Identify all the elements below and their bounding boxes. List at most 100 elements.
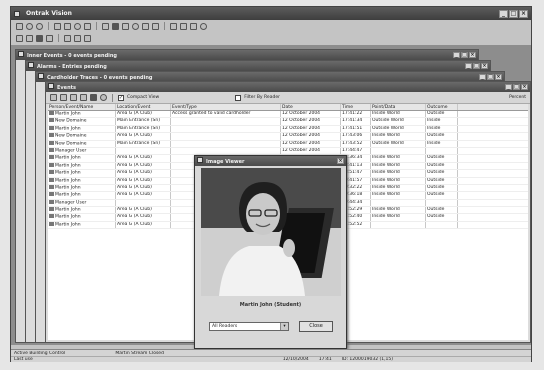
image-viewer-dialog[interactable]: Image Viewer × Martin John (Student) All… xyxy=(194,155,347,349)
table-cell: Inside World xyxy=(371,133,426,140)
maximize-button[interactable]: □ xyxy=(509,9,518,18)
lock-icon[interactable] xyxy=(64,34,71,42)
table-row[interactable]: Martin John Area G (A Club) Access granted… xyxy=(48,111,528,119)
column-header[interactable]: Event/Type xyxy=(171,104,281,110)
print-icon[interactable] xyxy=(80,94,87,101)
search-icon[interactable] xyxy=(180,22,187,30)
door-icon[interactable] xyxy=(112,22,119,30)
list-icon[interactable] xyxy=(46,34,53,42)
history-icon[interactable] xyxy=(100,94,107,101)
table-cell: Martin John xyxy=(48,162,116,170)
close-button[interactable]: × xyxy=(469,52,476,58)
close-button[interactable]: × xyxy=(521,84,528,90)
gear-icon[interactable] xyxy=(36,22,43,30)
close-button[interactable]: × xyxy=(519,9,528,18)
events-titlebar[interactable]: Events _ □ × xyxy=(46,82,530,92)
maximize-button[interactable]: □ xyxy=(461,52,468,58)
filter-icon[interactable] xyxy=(60,94,67,101)
minimize-button[interactable]: _ xyxy=(453,52,460,58)
home-icon[interactable] xyxy=(16,22,23,30)
event-icon xyxy=(49,184,54,189)
column-header[interactable]: Outcome xyxy=(426,104,458,110)
maximize-button[interactable]: □ xyxy=(513,84,520,90)
unlock-icon[interactable] xyxy=(74,34,81,42)
status-center-top: Martin Stream Closed xyxy=(115,350,164,356)
maximize-button[interactable]: □ xyxy=(473,63,480,69)
image-viewer-titlebar[interactable]: Image Viewer × xyxy=(195,156,346,166)
filter-by-reader-checkbox[interactable] xyxy=(235,94,242,101)
table-cell: Area G (A Club) xyxy=(116,111,171,118)
table-cell: Area G (A Club) xyxy=(116,221,171,229)
help-icon[interactable] xyxy=(200,22,207,30)
table-cell-text: Martin John xyxy=(55,178,81,184)
trash-icon[interactable] xyxy=(84,34,91,42)
table-cell-text: New Domaine xyxy=(55,141,87,147)
event-icon xyxy=(49,214,54,219)
table-cell: Outside xyxy=(426,170,458,177)
minimize-button[interactable]: _ xyxy=(505,84,512,90)
alarms-titlebar[interactable]: Alarms - Entries pending _ □ × xyxy=(26,61,490,71)
maximize-button[interactable]: □ xyxy=(487,74,494,80)
print-icon[interactable] xyxy=(190,22,197,30)
table-row[interactable]: New Domaine Main Entrance (Sn) 12 October … xyxy=(48,140,528,148)
table-cell: Outside xyxy=(426,177,458,184)
report-icon[interactable] xyxy=(170,22,177,30)
table-cell: 17:44:47 xyxy=(341,147,371,155)
table-cell xyxy=(371,147,426,155)
column-header[interactable]: Person/Event/Name xyxy=(48,104,116,110)
table-cell: 17:43:06 xyxy=(341,133,371,140)
close-dialog-button[interactable]: Close xyxy=(299,321,333,332)
column-header[interactable]: Time xyxy=(341,104,371,110)
image-viewer-title: Image Viewer xyxy=(206,159,245,165)
event-icon xyxy=(49,155,54,160)
table-cell: New Domaine xyxy=(48,133,116,140)
table-cell xyxy=(116,147,171,155)
calendar-icon[interactable] xyxy=(54,22,61,30)
alarm-icon[interactable] xyxy=(132,22,139,30)
group-icon[interactable] xyxy=(26,34,33,42)
compact-view-checkbox[interactable]: ✓ xyxy=(118,94,124,101)
reader-select-value: All Readers xyxy=(212,324,238,329)
card-icon[interactable] xyxy=(142,22,149,30)
clear-icon[interactable] xyxy=(90,94,97,101)
table-cell: Inside xyxy=(426,125,458,133)
table-row[interactable]: Martin John Main Entrance (Sn) 12 October … xyxy=(48,125,528,134)
close-button[interactable]: × xyxy=(337,158,344,164)
chevron-down-icon[interactable]: ▾ xyxy=(280,323,288,330)
table-cell: Outside xyxy=(426,155,458,162)
key-icon[interactable] xyxy=(122,22,129,30)
export-icon[interactable] xyxy=(70,94,77,101)
refresh-icon[interactable] xyxy=(64,22,71,30)
column-header[interactable]: Point/Data xyxy=(371,104,426,110)
reader-select[interactable]: All Readers ▾ xyxy=(209,322,289,331)
app-icon xyxy=(14,10,20,17)
grid-icon[interactable] xyxy=(36,34,43,42)
table-row[interactable]: New Domaine Main Entrance (Sn) 12 October … xyxy=(48,118,528,126)
checkmark-icon[interactable] xyxy=(50,94,57,101)
table-cell: Area G (A Club) xyxy=(116,170,171,177)
table-cell: Main Entrance (Sn) xyxy=(116,140,171,147)
minimize-button[interactable]: _ xyxy=(499,9,508,18)
globe-icon[interactable] xyxy=(26,22,33,30)
close-button[interactable]: × xyxy=(481,63,488,69)
column-header[interactable]: Location/Event xyxy=(116,104,171,110)
close-button[interactable]: × xyxy=(495,74,502,80)
event-icon xyxy=(49,221,54,226)
table-row[interactable]: New Domaine Area G (A Club) 12 October 200… xyxy=(48,133,528,141)
filter-icon[interactable] xyxy=(102,22,109,30)
minimize-button[interactable]: _ xyxy=(479,74,486,80)
column-header[interactable]: Date xyxy=(281,104,341,110)
event-icon xyxy=(49,125,54,130)
table-cell: Martin John xyxy=(48,184,116,192)
camera-icon[interactable] xyxy=(152,22,159,30)
person-icon[interactable] xyxy=(84,22,91,30)
table-cell: New Domaine xyxy=(48,140,116,147)
table-cell-text: New Domaine xyxy=(55,133,87,139)
table-cell-text: Martin John xyxy=(55,207,81,213)
clock-icon[interactable] xyxy=(74,22,81,30)
table-cell: 12 October 2004 xyxy=(281,140,341,147)
minimize-button[interactable]: _ xyxy=(465,63,472,69)
table-cell: 12 October 2004 xyxy=(281,133,341,140)
user-icon[interactable] xyxy=(16,34,23,42)
inner-events-titlebar[interactable]: Inner Events - 0 events pending _ □ × xyxy=(16,50,478,60)
